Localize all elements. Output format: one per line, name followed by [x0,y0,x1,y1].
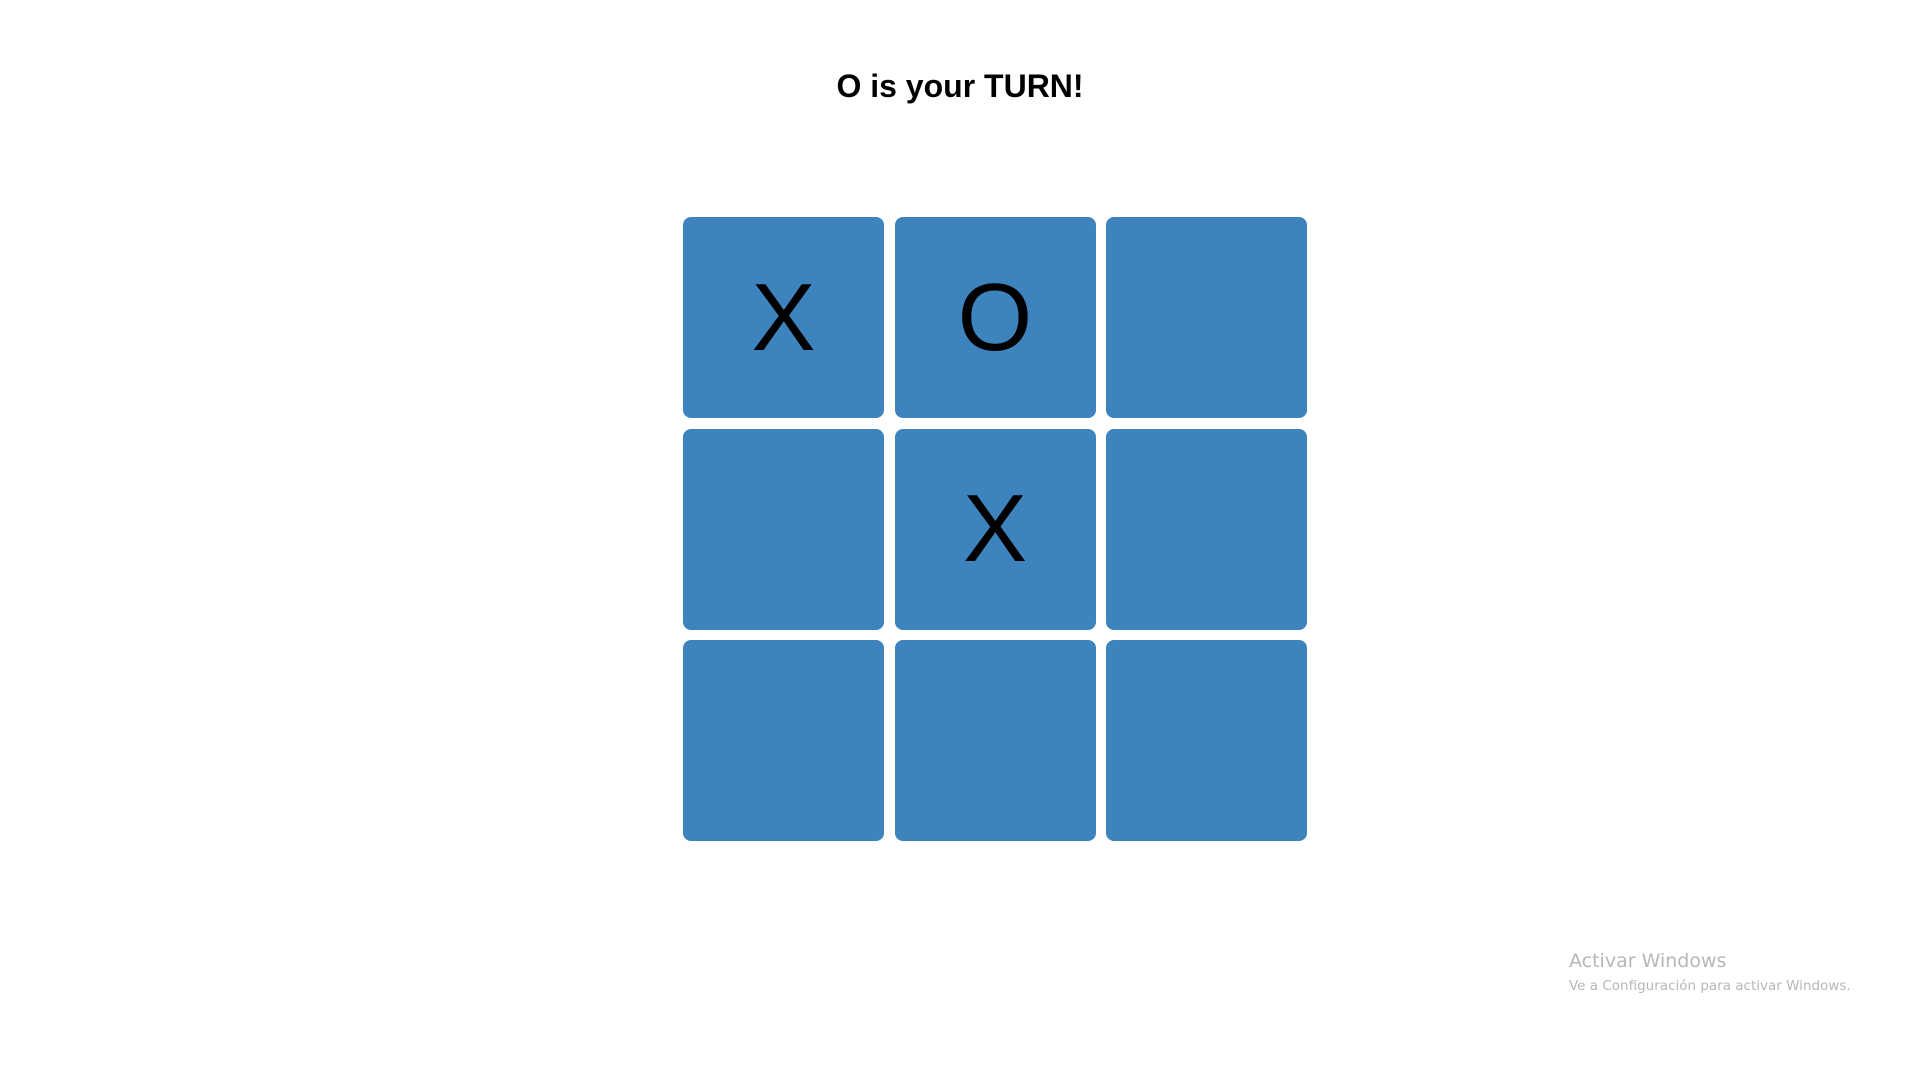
board-cell-r2-c3[interactable] [1106,428,1307,630]
watermark-subtitle: Ve a Configuración para activar Windows. [1569,978,1851,994]
board-cell-r1-c2[interactable]: O [894,217,1096,418]
game-board: X O X [683,217,1307,841]
board-cell-r3-c1[interactable] [683,640,884,841]
windows-activation-watermark: Activar Windows Ve a Configuración para … [1569,950,1851,994]
watermark-title: Activar Windows [1569,950,1727,972]
board-cell-r2-c2[interactable]: X [894,428,1096,630]
turn-status: O is your TURN! [836,68,1084,104]
board-cell-r1-c3[interactable] [1106,217,1307,418]
board-cell-r1-c1[interactable]: X [683,217,884,418]
board-cell-r3-c2[interactable] [894,640,1096,841]
board-cell-r2-c1[interactable] [683,428,884,630]
page: O is your TURN! X O X Activar Windows Ve… [0,0,1920,1080]
board-cell-r3-c3[interactable] [1106,640,1307,841]
